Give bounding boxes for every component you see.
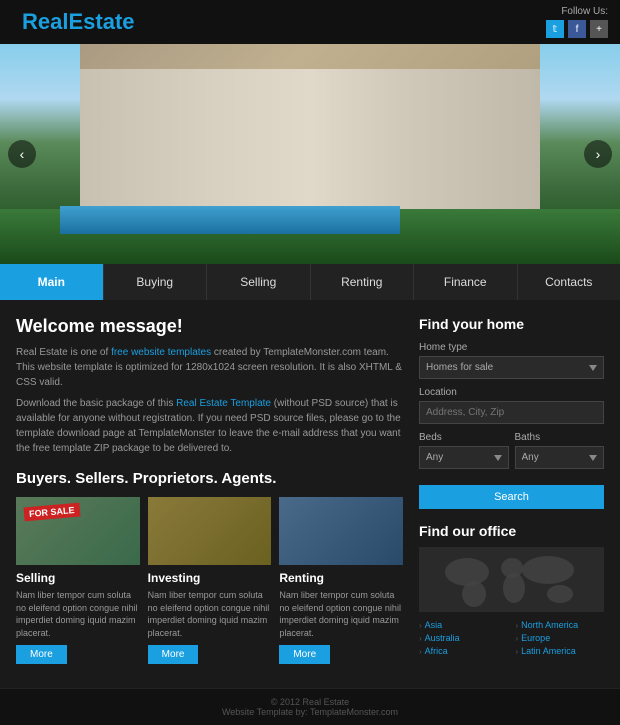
- more-button-renting[interactable]: More: [279, 645, 330, 664]
- card-title-investing: Investing: [148, 571, 272, 585]
- right-column: Find your home Home type Homes for sale …: [419, 316, 604, 672]
- nav-item-contacts[interactable]: Contacts: [518, 264, 620, 300]
- facebook-icon[interactable]: f: [568, 20, 586, 38]
- location-input[interactable]: [419, 401, 604, 424]
- logo-estate: Estate: [68, 9, 134, 34]
- nav-item-buying[interactable]: Buying: [104, 264, 208, 300]
- main-content: Welcome message! Real Estate is one of f…: [0, 300, 620, 688]
- home-type-select[interactable]: Homes for sale: [419, 356, 604, 379]
- googleplus-icon[interactable]: +: [590, 20, 608, 38]
- home-type-label: Home type: [419, 342, 604, 353]
- arrow-icon: ›: [516, 647, 519, 656]
- regions-container: › Asia › Australia › Africa › North Amer…: [419, 620, 604, 659]
- nav-item-finance[interactable]: Finance: [414, 264, 518, 300]
- hero-next-button[interactable]: ›: [584, 140, 612, 168]
- more-button-selling[interactable]: More: [16, 645, 67, 664]
- social-icons: 𝕥 f +: [546, 20, 608, 38]
- house-shape: [80, 69, 540, 209]
- region-australia[interactable]: › Australia: [419, 633, 508, 643]
- card-text-renting: Nam liber tempor cum soluta no eleifend …: [279, 589, 403, 639]
- card-title-renting: Renting: [279, 571, 403, 585]
- nav-item-renting[interactable]: Renting: [311, 264, 415, 300]
- card-investing: Investing Nam liber tempor cum soluta no…: [148, 497, 272, 664]
- region-col-2: › North America › Europe › Latin America: [516, 620, 605, 659]
- arrow-icon: ›: [419, 634, 422, 643]
- header: RealEstate Follow Us: 𝕥 f +: [0, 0, 620, 44]
- find-home-title: Find your home: [419, 316, 604, 332]
- welcome-paragraph-2: Download the basic package of this Real …: [16, 396, 403, 456]
- section-title: Buyers. Sellers. Proprietors. Agents.: [16, 470, 403, 487]
- pool-area: [60, 206, 400, 234]
- card-text-investing: Nam liber tempor cum soluta no eleifend …: [148, 589, 272, 639]
- cards-container: FOR SALE Selling Nam liber tempor cum so…: [16, 497, 403, 664]
- arrow-icon: ›: [419, 621, 422, 630]
- logo-real: Real: [22, 9, 68, 34]
- card-title-selling: Selling: [16, 571, 140, 585]
- footer-credit: Website Template by: TemplateMonster.com: [8, 707, 612, 717]
- world-map: [419, 547, 604, 612]
- search-button[interactable]: Search: [419, 485, 604, 509]
- beds-select[interactable]: Any 1 2 3: [419, 446, 509, 469]
- welcome-title: Welcome message!: [16, 316, 403, 337]
- logo: RealEstate: [12, 3, 145, 41]
- beds-group: Beds Any 1 2 3: [419, 432, 509, 477]
- nav-item-main[interactable]: Main: [0, 264, 104, 300]
- region-europe[interactable]: › Europe: [516, 633, 605, 643]
- card-img-selling: FOR SALE: [16, 497, 140, 565]
- hero-banner: ‹ ›: [0, 44, 620, 264]
- region-africa[interactable]: › Africa: [419, 646, 508, 656]
- card-text-selling: Nam liber tempor cum soluta no eleifend …: [16, 589, 140, 639]
- follow-us-section: Follow Us: 𝕥 f +: [546, 6, 608, 38]
- baths-label: Baths: [515, 432, 605, 443]
- twitter-icon[interactable]: 𝕥: [546, 20, 564, 38]
- arrow-icon: ›: [419, 647, 422, 656]
- world-map-svg: [432, 550, 592, 610]
- welcome-paragraph-1: Real Estate is one of free website templ…: [16, 345, 403, 390]
- region-north-america[interactable]: › North America: [516, 620, 605, 630]
- follow-label: Follow Us:: [546, 6, 608, 17]
- left-column: Welcome message! Real Estate is one of f…: [16, 316, 419, 672]
- region-col-1: › Asia › Australia › Africa: [419, 620, 508, 659]
- footer-copyright: © 2012 Real Estate: [8, 697, 612, 707]
- card-selling: FOR SALE Selling Nam liber tempor cum so…: [16, 497, 140, 664]
- beds-label: Beds: [419, 432, 509, 443]
- free-templates-link[interactable]: free website templates: [111, 347, 211, 358]
- hero-prev-button[interactable]: ‹: [8, 140, 36, 168]
- for-sale-badge: FOR SALE: [23, 503, 80, 522]
- find-office-title: Find our office: [419, 523, 604, 539]
- beds-baths-row: Beds Any 1 2 3 Baths Any 1 2 3: [419, 432, 604, 477]
- arrow-icon: ›: [516, 634, 519, 643]
- nav-item-selling[interactable]: Selling: [207, 264, 311, 300]
- more-button-investing[interactable]: More: [148, 645, 199, 664]
- card-renting: Renting Nam liber tempor cum soluta no e…: [279, 497, 403, 664]
- baths-select[interactable]: Any 1 2 3: [515, 446, 605, 469]
- real-estate-template-link[interactable]: Real Estate Template: [176, 398, 271, 409]
- card-img-investing: [148, 497, 272, 565]
- hero-background: [0, 44, 620, 264]
- baths-group: Baths Any 1 2 3: [515, 432, 605, 477]
- location-label: Location: [419, 387, 604, 398]
- region-asia[interactable]: › Asia: [419, 620, 508, 630]
- main-nav: Main Buying Selling Renting Finance Cont…: [0, 264, 620, 300]
- region-latin-america[interactable]: › Latin America: [516, 646, 605, 656]
- card-img-renting: [279, 497, 403, 565]
- arrow-icon: ›: [516, 621, 519, 630]
